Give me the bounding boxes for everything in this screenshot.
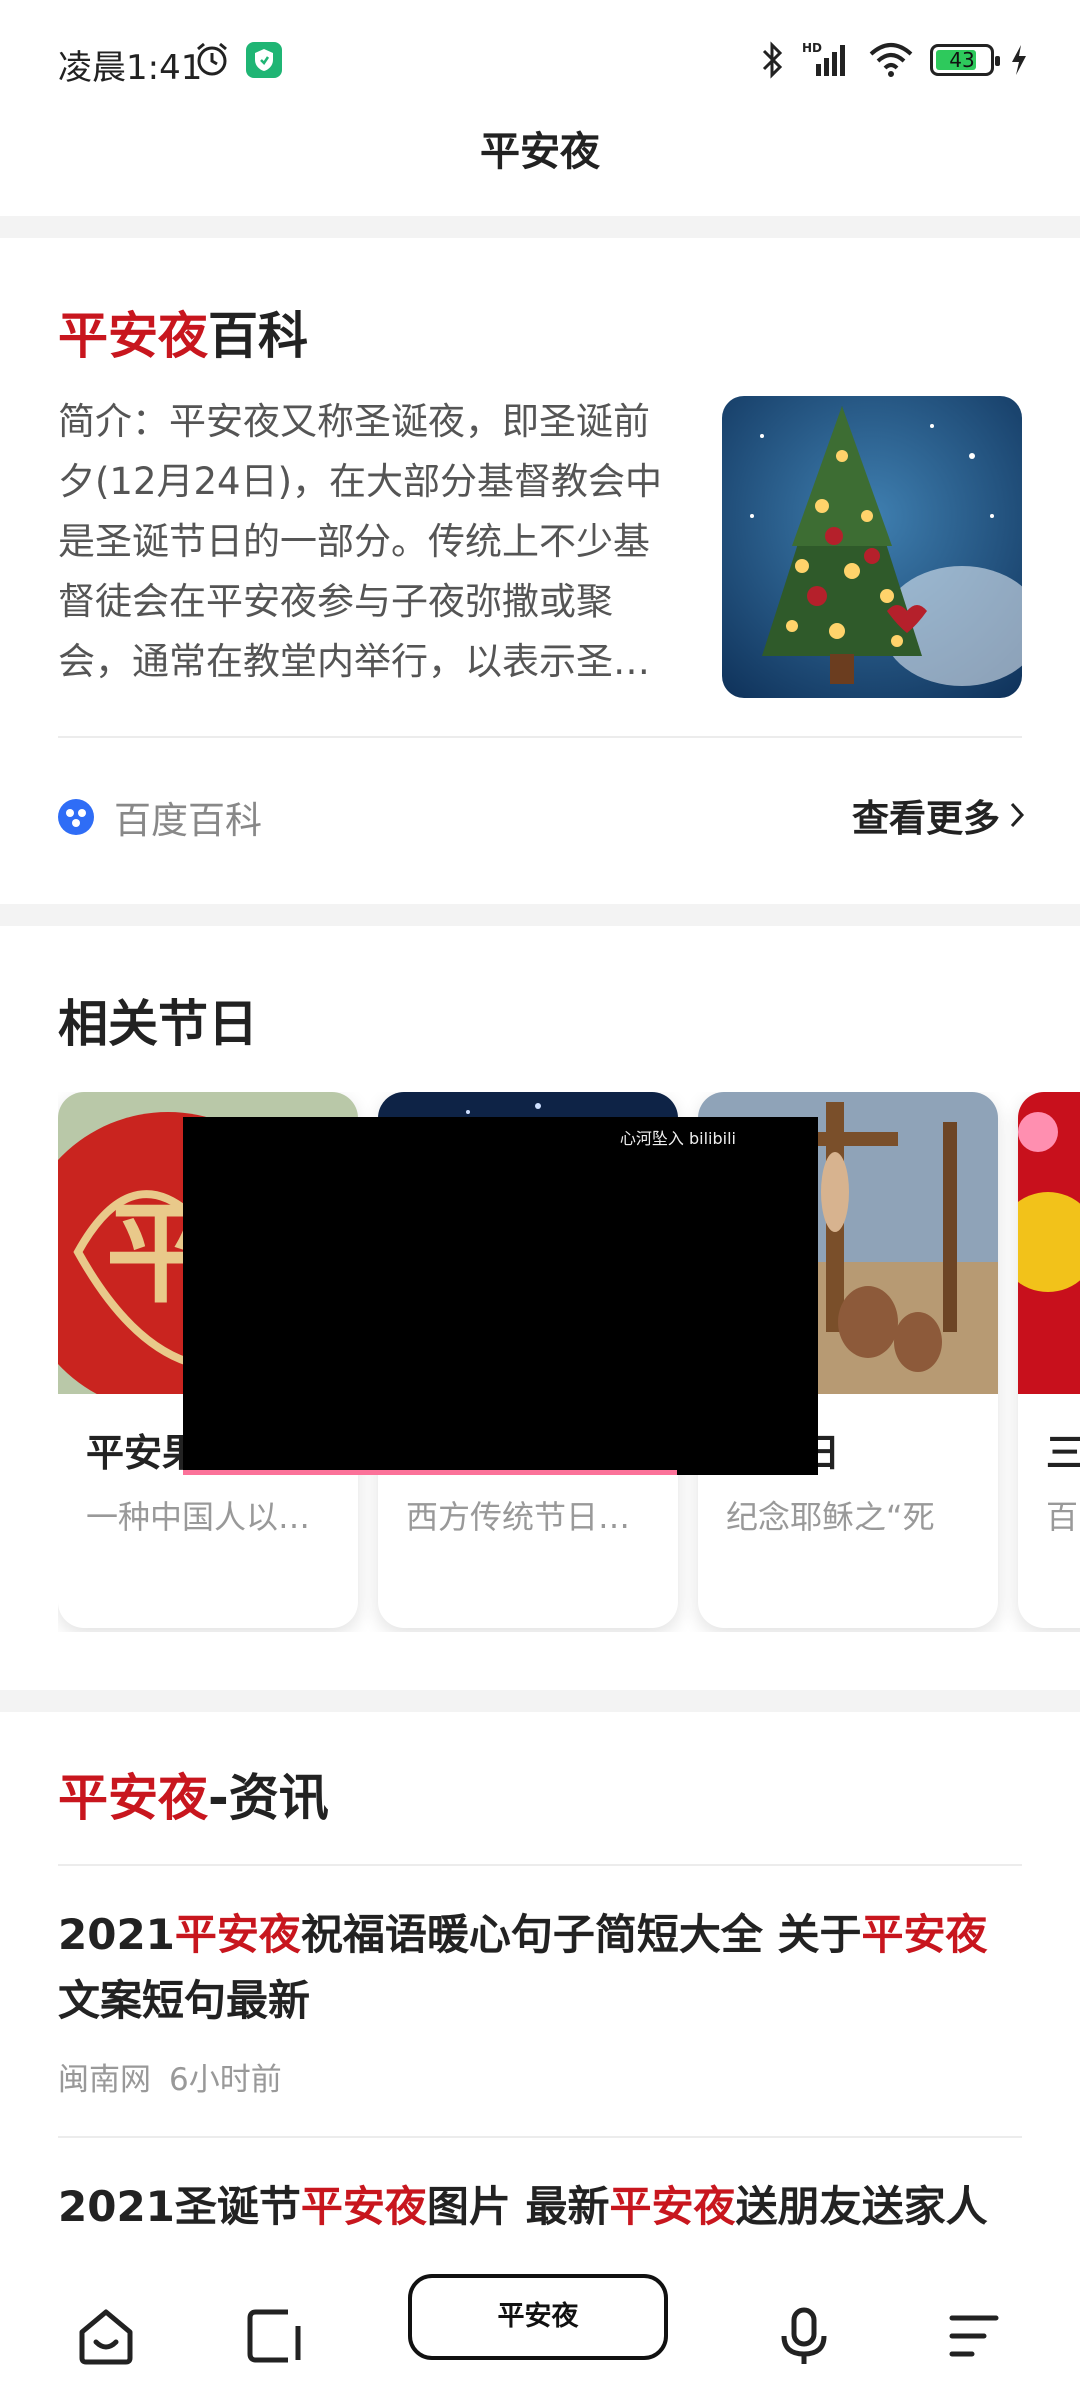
search-box[interactable]: 平安夜: [408, 2274, 668, 2360]
news-title-text: 图片 最新: [426, 2182, 610, 2231]
page-title: 平安夜: [480, 129, 600, 175]
news-divider: [58, 1864, 1022, 1866]
news-title-text: 文案短句最新: [58, 1976, 311, 2025]
festival-card[interactable]: 三 百: [1018, 1092, 1080, 1628]
news-title-keyword: 平安夜: [300, 2182, 427, 2231]
floating-video-player[interactable]: 心河坠入 bilibili: [183, 1117, 818, 1475]
section-divider: [0, 216, 1080, 238]
news-title-text: 2021: [58, 1910, 175, 1959]
status-bar: 凌晨1:41 HD 43: [0, 0, 1080, 120]
alarm-icon: [197, 42, 227, 76]
news-item-meta: 闽南网 6小时前: [58, 2054, 282, 2099]
video-progress-bar[interactable]: [183, 1470, 677, 1475]
chevron-right-icon: [1010, 802, 1025, 828]
festivals-heading: 相关节日: [58, 995, 258, 1053]
news-heading: 平安夜-资讯: [58, 1758, 329, 1830]
news-heading-keyword: 平安夜: [58, 1769, 208, 1827]
news-time: 6小时前: [169, 2062, 282, 2098]
card-divider: [58, 736, 1022, 738]
festival-name: 三: [1046, 1431, 1080, 1475]
news-item-title[interactable]: 2021圣诞节平安夜图片 最新平安夜送朋友送家人: [58, 2174, 1022, 2240]
news-divider: [58, 2136, 1022, 2138]
festival-desc: 西方传统节日…: [406, 1498, 631, 1536]
view-more-button[interactable]: 查看更多: [852, 788, 1026, 842]
baike-summary[interactable]: 简介：平安夜又称圣诞夜，即圣诞前夕(12月24日)，在大部分基督教会中是圣诞节日…: [58, 392, 678, 692]
news-title-text: 2021圣诞节: [58, 2182, 301, 2231]
baidu-baike-logo-icon: [58, 799, 94, 835]
cellular-signal-icon: HD: [802, 41, 845, 76]
news-source: 闽南网: [58, 2062, 151, 2098]
christmas-tree-image[interactable]: [722, 396, 1022, 698]
news-title-keyword: 平安夜: [609, 2182, 736, 2231]
festival-desc: 纪念耶稣之“死: [726, 1498, 935, 1536]
section-divider: [0, 904, 1080, 926]
news-item-title[interactable]: 2021平安夜祝福语暖心句子简短大全 关于平安夜文案短句最新: [58, 1902, 1022, 2034]
festival-desc: 一种中国人以…: [86, 1498, 311, 1536]
status-time: 凌晨1:41: [58, 48, 203, 88]
baike-title: 平安夜百科: [58, 296, 308, 368]
battery-level: 43: [949, 48, 975, 72]
baike-source[interactable]: 百度百科: [58, 790, 262, 844]
news-heading-suffix: -资讯: [208, 1769, 329, 1827]
news-title-text: 祝福语暖心句子简短大全 关于: [300, 1910, 862, 1959]
view-more-label: 查看更多: [852, 797, 1000, 840]
bluetooth-icon: [762, 41, 783, 79]
svg-text:HD: HD: [802, 41, 822, 55]
baike-title-suffix: 百科: [208, 307, 308, 365]
microphone-icon[interactable]: [774, 2306, 834, 2366]
baike-title-keyword: 平安夜: [58, 307, 208, 365]
battery-icon: 43: [930, 44, 1000, 76]
home-icon[interactable]: [76, 2306, 136, 2366]
menu-icon[interactable]: [944, 2306, 1004, 2366]
news-title-text: 送朋友送家人: [735, 2182, 988, 2231]
news-title-keyword: 平安夜: [861, 1910, 988, 1959]
news-title-keyword: 平安夜: [174, 1910, 301, 1959]
charging-bolt-icon: [1012, 45, 1026, 75]
tabs-icon[interactable]: [244, 2306, 304, 2366]
bottom-navigation-bar: 平安夜: [0, 2258, 1080, 2400]
festival-image-partial: [1018, 1092, 1080, 1394]
baike-source-label: 百度百科: [114, 799, 262, 842]
festival-desc: 百: [1046, 1498, 1079, 1536]
wifi-icon: [869, 43, 913, 77]
video-watermark: 心河坠入 bilibili: [619, 1129, 736, 1148]
section-divider: [0, 1690, 1080, 1712]
security-shield-icon: [246, 42, 282, 78]
